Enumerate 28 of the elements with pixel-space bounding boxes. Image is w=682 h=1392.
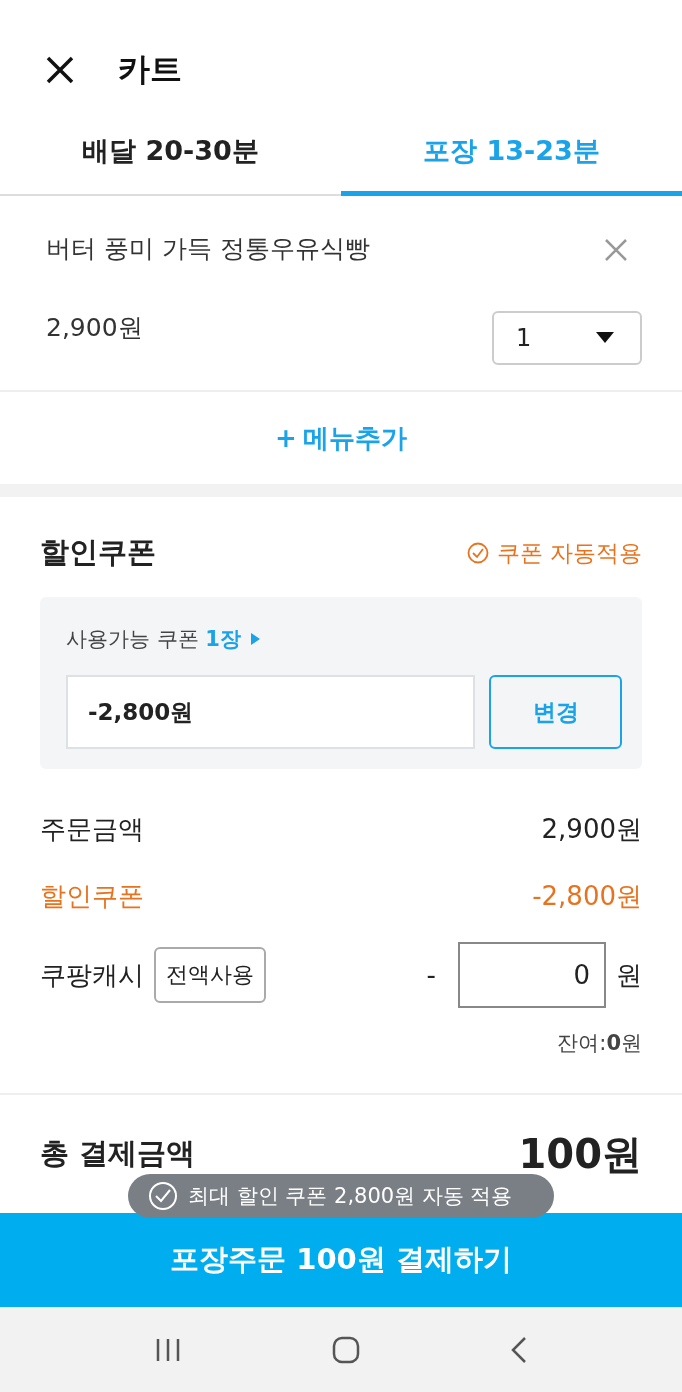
item-name: 버터 풍미 가득 정통우유식빵 [46, 233, 371, 265]
discount-value: -2,800원 [532, 879, 642, 913]
minus-sign: - [426, 960, 436, 990]
recent-apps-icon[interactable] [155, 1338, 182, 1361]
cash-label: 쿠팡캐시 [40, 958, 144, 992]
close-icon[interactable] [46, 56, 74, 84]
toast-text: 최대 할인 쿠폰 2,800원 자동 적용 [188, 1183, 513, 1210]
balance-text: 잔여:0원 [557, 1030, 642, 1057]
available-coupons[interactable]: 사용가능 쿠폰 1장 [66, 625, 241, 653]
section-title: 할인쿠폰 [40, 534, 156, 571]
total-value: 100원 [518, 1129, 642, 1179]
order-amount-value: 2,900원 [541, 812, 642, 846]
use-all-button[interactable]: 전액사용 [154, 947, 266, 1003]
item-price: 2,900원 [46, 311, 144, 344]
page-title: 카트 [118, 49, 182, 90]
coupon-field[interactable]: -2,800원 [66, 675, 475, 749]
total-label: 총 결제금액 [40, 1135, 196, 1172]
play-arrow-icon [251, 633, 260, 645]
quantity-dropdown[interactable]: 1 [492, 310, 642, 365]
home-icon[interactable] [332, 1335, 360, 1364]
cash-field[interactable]: 0 [458, 942, 606, 1008]
caret-icon [596, 332, 614, 343]
back-icon[interactable] [510, 1335, 527, 1364]
check-circle-icon [148, 1181, 178, 1211]
order-amount-label: 주문금액 [40, 812, 144, 846]
currency-unit: 원 [616, 958, 642, 992]
discount-label: 할인쿠폰 [40, 879, 144, 913]
tab[interactable]: 배달 20-30분 [0, 110, 341, 196]
